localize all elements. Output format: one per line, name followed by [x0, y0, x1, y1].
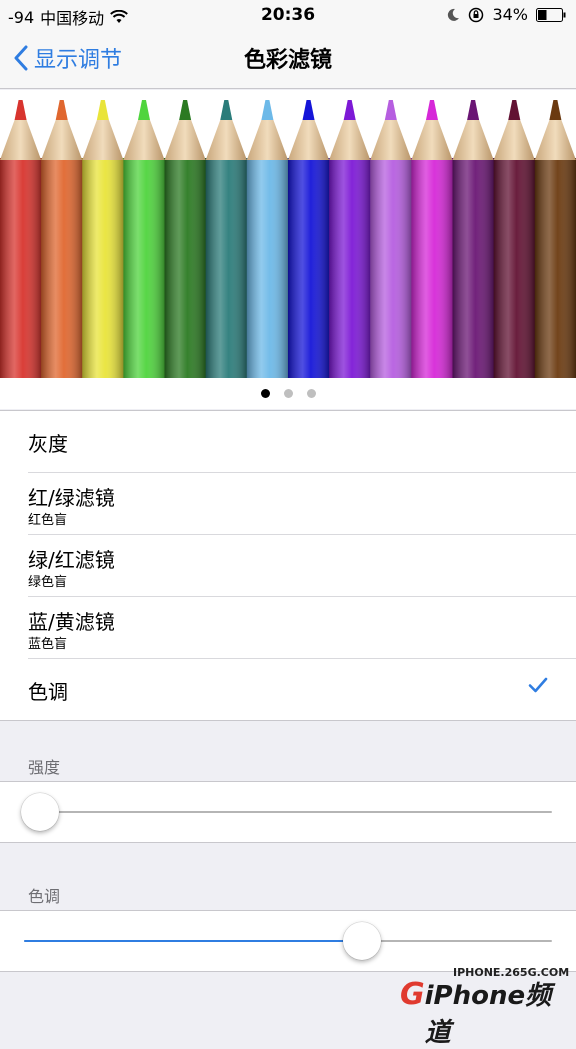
filter-title: 色调 — [28, 680, 68, 704]
filter-blue-yellow-row[interactable]: 蓝/黄滤镜 蓝色盲 — [28, 597, 576, 659]
pencil — [329, 100, 371, 378]
filter-subtitle: 蓝色盲 — [28, 637, 68, 652]
watermark-logo-text: iPhone频道 — [424, 981, 552, 1048]
pencil — [287, 100, 330, 378]
navigation-bar: 显示调节 色彩滤镜 — [0, 30, 576, 89]
pencil — [246, 100, 289, 378]
slider-track[interactable] — [24, 940, 552, 942]
filter-list: 灰度 红/绿滤镜 红色盲 绿/红滤镜 绿色盲 蓝/黄滤镜 蓝色盲 色调 — [0, 410, 576, 721]
pencil — [534, 100, 576, 378]
filter-title: 红/绿滤镜 — [28, 486, 115, 510]
filter-green-red-row[interactable]: 绿/红滤镜 绿色盲 — [28, 535, 576, 597]
pencil — [82, 100, 124, 378]
slider-thumb[interactable] — [342, 922, 381, 960]
pencil — [164, 100, 207, 378]
battery-percent: 34% — [492, 5, 528, 24]
page-dot[interactable] — [283, 389, 293, 398]
filter-title: 蓝/黄滤镜 — [28, 610, 115, 634]
filter-subtitle: 绿色盲 — [28, 575, 68, 590]
filter-title: 绿/红滤镜 — [28, 548, 115, 572]
page-title: 色彩滤镜 — [243, 48, 332, 73]
filter-red-green-row[interactable]: 红/绿滤镜 红色盲 — [28, 473, 576, 535]
moon-icon — [448, 8, 460, 21]
pencil — [370, 100, 412, 378]
page-indicator[interactable] — [0, 378, 576, 409]
pencil — [123, 100, 166, 378]
slider-thumb[interactable] — [20, 793, 59, 831]
pencil — [205, 100, 248, 378]
filter-grayscale-row[interactable]: 灰度 — [28, 411, 576, 473]
pencil — [493, 100, 536, 378]
intensity-label: 强度 — [28, 758, 61, 777]
watermark-logo: GiPhone频道 — [400, 975, 576, 1049]
filter-title: 灰度 — [28, 432, 68, 456]
colored-pencils-image — [0, 100, 576, 378]
pencil — [452, 100, 495, 378]
pencil — [411, 100, 454, 378]
color-preview-image — [0, 90, 576, 378]
orientation-lock-icon — [469, 7, 484, 22]
filter-subtitle: 红色盲 — [28, 513, 68, 528]
pencil — [0, 100, 42, 378]
slider-fill — [24, 940, 362, 942]
hue-slider[interactable] — [0, 910, 576, 972]
pencil — [41, 100, 83, 378]
intensity-slider[interactable] — [0, 781, 576, 843]
filter-color-tint-row[interactable]: 色调 — [28, 659, 576, 720]
status-bar: -94 中国移动 20:36 34% — [0, 0, 576, 30]
watermark-logo-g: G — [400, 977, 425, 1012]
page-dot[interactable] — [260, 389, 270, 398]
page-dot[interactable] — [306, 389, 316, 398]
slider-track[interactable] — [24, 811, 552, 813]
status-right: 34% — [446, 5, 566, 24]
battery-icon — [536, 7, 566, 22]
checkmark-icon — [528, 677, 548, 693]
hue-label: 色调 — [28, 887, 61, 906]
